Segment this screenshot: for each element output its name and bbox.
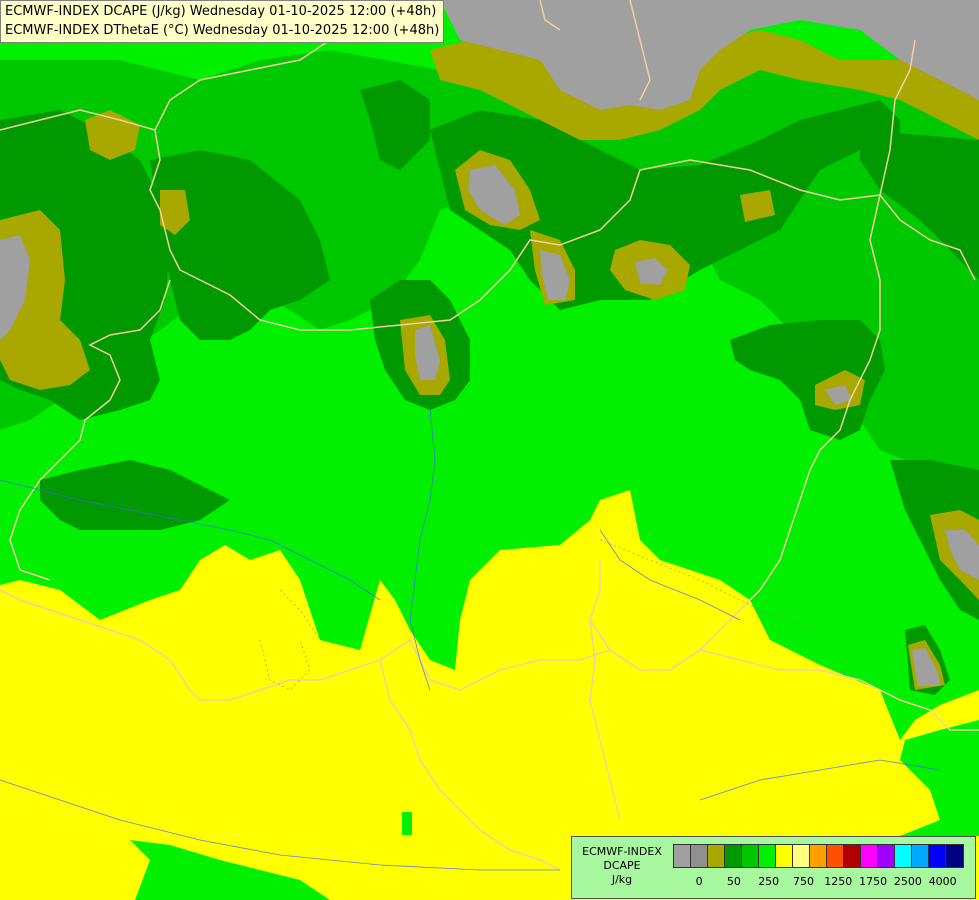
legend-swatch <box>674 845 691 867</box>
legend-variable: DCAPE <box>603 859 641 872</box>
legend-tick-label: 50 <box>726 875 741 888</box>
legend-swatch <box>878 845 895 867</box>
legend-model: ECMWF-INDEX <box>582 845 662 858</box>
legend-swatch <box>725 845 742 867</box>
title-line-dcape: ECMWF-INDEX DCAPE (J/kg) Wednesday 01-10… <box>5 4 437 19</box>
legend-title: ECMWF-INDEX DCAPE J/kg <box>576 845 668 887</box>
legend-swatch <box>793 845 810 867</box>
legend-tick-label: 0 <box>695 875 703 888</box>
region-light-green-spot <box>402 812 412 835</box>
color-legend: ECMWF-INDEX DCAPE J/kg 0 50 250 750 1250 1750… <box>571 836 976 899</box>
title-line-dthetae: ECMWF-INDEX DThetaE (°C) Wednesday 01-10… <box>5 23 440 38</box>
legend-tick-label: 250 <box>758 875 780 888</box>
legend-swatch <box>776 845 793 867</box>
legend-swatch <box>844 845 861 867</box>
legend-swatch <box>827 845 844 867</box>
map-title-box: ECMWF-INDEX DCAPE (J/kg) Wednesday 01-10… <box>0 0 445 43</box>
legend-tick-label: 1250 <box>824 875 853 888</box>
legend-tick-label: 4000 <box>928 875 957 888</box>
legend-swatch <box>759 845 776 867</box>
legend-swatch <box>929 845 946 867</box>
legend-swatch <box>810 845 827 867</box>
legend-swatch <box>708 845 725 867</box>
legend-swatch <box>691 845 708 867</box>
legend-ticks: 0 50 250 750 1250 1750 2500 4000 <box>673 875 969 889</box>
legend-swatch <box>742 845 759 867</box>
legend-swatch <box>895 845 912 867</box>
legend-tick-label: 2500 <box>893 875 922 888</box>
legend-tick-label: 750 <box>793 875 814 888</box>
legend-tick-label: 1750 <box>859 875 888 888</box>
legend-swatch <box>861 845 878 867</box>
legend-swatch <box>912 845 929 867</box>
dcape-map <box>0 0 979 900</box>
legend-swatches <box>673 844 964 868</box>
legend-swatch <box>946 845 963 867</box>
legend-unit: J/kg <box>611 873 633 886</box>
